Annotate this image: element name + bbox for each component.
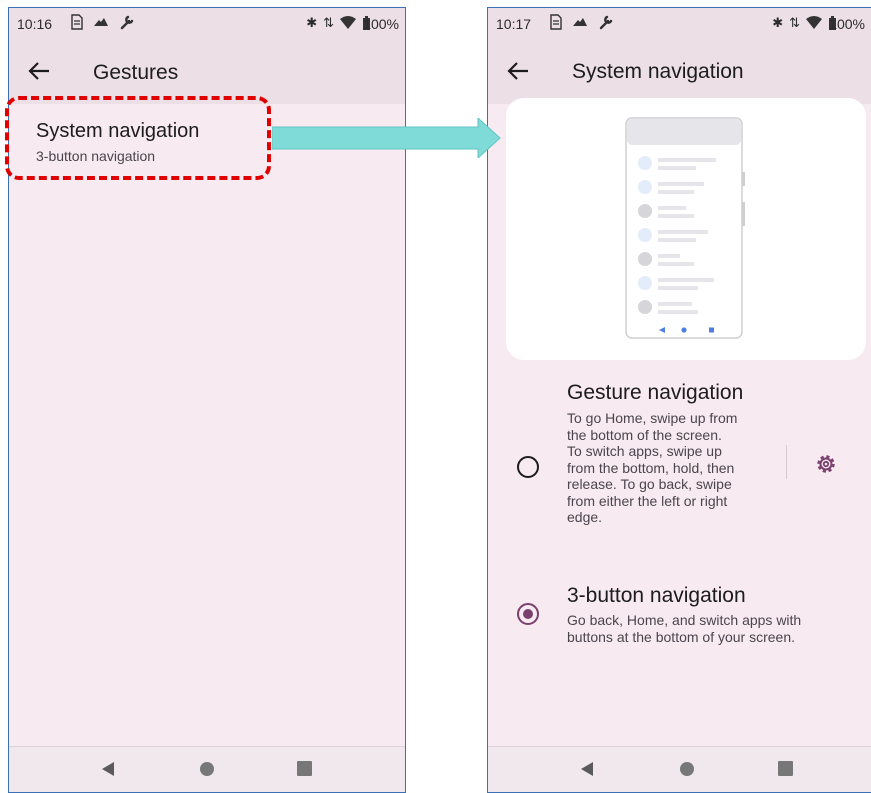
navigation-bar: [488, 746, 871, 792]
data-arrows-icon: ⇅: [323, 15, 334, 30]
navigation-illustration: [506, 98, 866, 360]
page-title: Gestures: [93, 61, 179, 84]
gesture-navigation-option[interactable]: Gesture navigation To go Home, swipe up …: [488, 378, 871, 548]
bluetooth-icon: ✱: [772, 15, 784, 30]
wrench-icon: [120, 15, 134, 30]
arrow-icon: [272, 118, 501, 158]
back-arrow-icon[interactable]: [27, 60, 53, 82]
bluetooth-icon: ✱: [306, 15, 318, 30]
option-description: Go back, Home, and switch apps with butt…: [567, 612, 802, 645]
sim-icon: [71, 14, 83, 30]
status-bar: 10:17 ✱ ⇅ 100%: [488, 8, 871, 38]
right-phone-screen: 10:17 ✱ ⇅ 100% System navigation Gesture…: [487, 7, 871, 793]
gesture-navigation-radio[interactable]: [517, 456, 539, 478]
battery-percent: 100%: [363, 16, 399, 32]
option-title: 3-button navigation: [567, 584, 746, 607]
app-bar: Gestures: [9, 38, 405, 104]
navigation-bar: [9, 746, 405, 792]
three-button-navigation-radio[interactable]: [517, 603, 539, 625]
system-navigation-item[interactable]: System navigation 3-button navigation: [9, 104, 279, 182]
divider: [786, 445, 787, 479]
battery-percent: 100%: [829, 16, 865, 32]
back-triangle-icon[interactable]: [101, 761, 115, 777]
item-title: System navigation: [36, 120, 200, 142]
status-time: 10:16: [17, 16, 53, 32]
cloud-icon: [94, 18, 108, 26]
wifi-icon: [340, 16, 356, 29]
status-bar: 10:16 ✱ ⇅ 100%: [9, 8, 405, 38]
phone-illustration-icon: [625, 117, 745, 339]
back-triangle-icon[interactable]: [580, 761, 594, 777]
data-arrows-icon: ⇅: [789, 15, 800, 30]
item-subtitle: 3-button navigation: [36, 148, 156, 164]
cloud-icon: [573, 18, 587, 26]
option-description: To go Home, swipe up from the bottom of …: [567, 410, 738, 525]
sim-icon: [550, 14, 562, 30]
back-arrow-icon[interactable]: [506, 60, 532, 82]
status-time: 10:17: [496, 16, 532, 32]
app-bar: System navigation: [488, 38, 871, 104]
page-title: System navigation: [572, 60, 744, 83]
wifi-icon: [806, 16, 822, 29]
gear-icon[interactable]: [814, 452, 838, 476]
home-circle-icon[interactable]: [199, 761, 215, 777]
option-title: Gesture navigation: [567, 381, 744, 404]
home-circle-icon[interactable]: [679, 761, 695, 777]
recents-square-icon[interactable]: [778, 761, 793, 776]
wrench-icon: [599, 15, 613, 30]
three-button-navigation-option[interactable]: 3-button navigation Go back, Home, and s…: [488, 576, 871, 656]
recents-square-icon[interactable]: [297, 761, 312, 776]
